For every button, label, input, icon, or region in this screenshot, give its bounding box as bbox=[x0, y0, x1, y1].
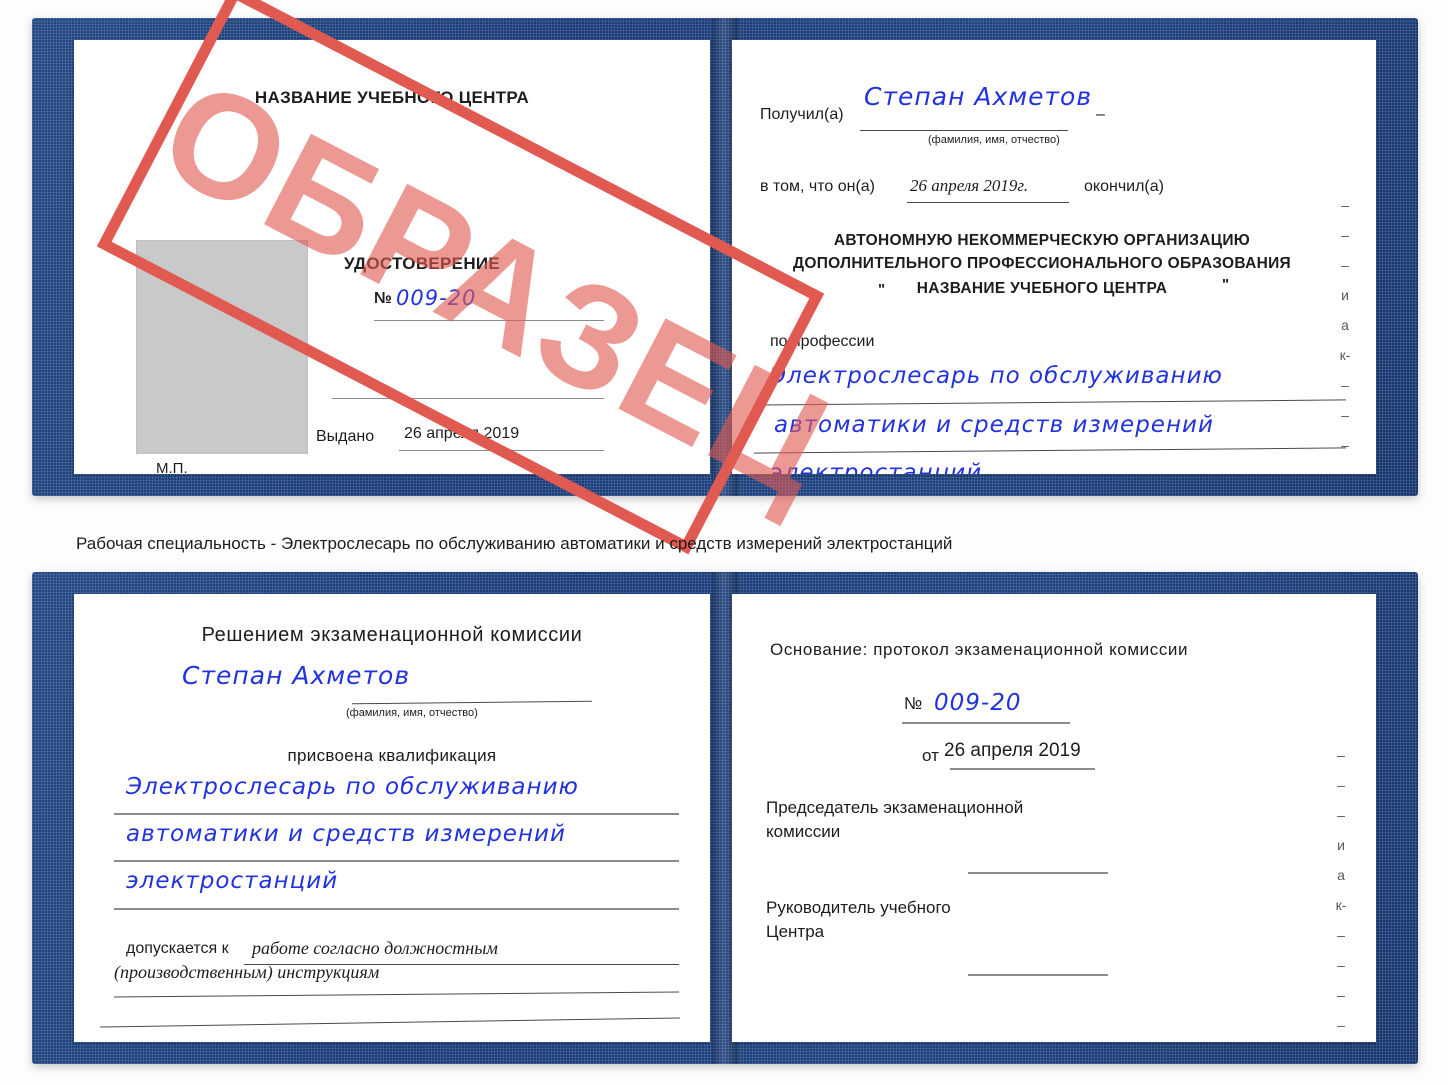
certificate-bottom-cover: Решением экзаменационной комиссии Степан… bbox=[32, 572, 1418, 1064]
bottom-left-allowed-rule2 bbox=[114, 991, 679, 998]
bottom-left-heading: Решением экзаменационной комиссии bbox=[201, 624, 583, 646]
certificate-top-right-page: Получил(а) Степан Ахметов (фамилия, имя,… bbox=[732, 40, 1376, 474]
top-left-issued-value: 26 апреля 2019 bbox=[404, 425, 520, 442]
bleed-mark: – bbox=[1337, 807, 1345, 823]
top-right-bleed-column: –––иак-––––– bbox=[1334, 190, 1356, 474]
top-left-title: УДОСТОВЕРЕНИЕ bbox=[343, 254, 501, 273]
bottom-left-name-value: Степан Ахметов bbox=[182, 661, 411, 690]
top-right-received-dash: – bbox=[1096, 106, 1105, 123]
top-right-profession-line2: автоматики и средств измерений bbox=[774, 412, 1214, 438]
bottom-right-date-value: 26 апреля 2019 bbox=[944, 740, 1081, 761]
bleed-mark: – bbox=[1337, 987, 1345, 1003]
bottom-left-qualification-label: присвоена квалификация bbox=[287, 746, 497, 765]
bottom-left-name-rule bbox=[352, 700, 592, 705]
caption-text: Рабочая специальность - Электрослесарь п… bbox=[76, 534, 953, 553]
bottom-left-qual-rule2 bbox=[114, 860, 679, 862]
top-right-profession-label: по профессии bbox=[770, 333, 875, 350]
top-right-profession-rule1 bbox=[754, 399, 1346, 406]
bottom-right-chairman-sign-rule bbox=[968, 872, 1108, 874]
bottom-left-allowed-label: допускается к bbox=[126, 940, 229, 957]
top-right-received-value: Степан Ахметов bbox=[864, 82, 1093, 111]
top-right-org-quote-close: " bbox=[1222, 276, 1230, 293]
bleed-mark: – bbox=[1341, 227, 1349, 243]
bleed-mark: – bbox=[1341, 257, 1349, 273]
bleed-mark: – bbox=[1337, 747, 1345, 763]
top-right-profession-rule2 bbox=[754, 447, 1346, 454]
bleed-mark: а bbox=[1337, 867, 1345, 883]
certificate-top-cover: НАЗВАНИЕ УЧЕБНОГО ЦЕНТРА УДОСТОВЕРЕНИЕ №… bbox=[32, 0, 1418, 555]
top-right-statement-label: в том, что он(а) bbox=[760, 178, 875, 195]
bleed-mark: – bbox=[1341, 437, 1349, 453]
bottom-right-number-value: 009-20 bbox=[934, 690, 1022, 716]
bottom-left-qual-rule3 bbox=[114, 908, 679, 910]
bleed-mark: – bbox=[1337, 777, 1345, 793]
bottom-left-allowed-value-line2: (производственным) инструкциям bbox=[114, 962, 380, 982]
bottom-left-allowed-value-line1: работе согласно должностным bbox=[252, 938, 498, 958]
top-left-issued-label: Выдано bbox=[316, 428, 375, 445]
bottom-left-qual-rule1 bbox=[114, 813, 679, 815]
bottom-left-name-hint: (фамилия, имя, отчество) bbox=[346, 707, 478, 719]
bottom-right-director-line2: Центра bbox=[766, 922, 825, 941]
bleed-mark: к- bbox=[1335, 897, 1347, 913]
bleed-mark: – bbox=[1330, 1040, 1352, 1042]
certificate-bottom-left-page: Решением экзаменационной комиссии Степан… bbox=[74, 594, 710, 1042]
certificate-top-left-page: НАЗВАНИЕ УЧЕБНОГО ЦЕНТРА УДОСТОВЕРЕНИЕ №… bbox=[74, 40, 710, 474]
top-left-number-rule bbox=[374, 320, 604, 321]
top-right-statement-rule bbox=[907, 202, 1069, 203]
top-right-received-rule bbox=[860, 130, 1068, 131]
bottom-left-allowed-rule3 bbox=[100, 1017, 680, 1028]
bottom-right-director-sign-rule bbox=[968, 974, 1108, 976]
bottom-right-date-rule bbox=[950, 768, 1095, 770]
certificate-bottom-right-page: Основание: протокол экзаменационной коми… bbox=[732, 594, 1376, 1042]
bleed-mark: – bbox=[1341, 197, 1349, 213]
top-right-received-hint: (фамилия, имя, отчество) bbox=[928, 134, 1060, 146]
top-right-statement-suffix: окончил(а) bbox=[1084, 178, 1164, 195]
bottom-left-qualification-line2: автоматики и средств измерений bbox=[126, 821, 566, 847]
top-right-org-line3: НАЗВАНИЕ УЧЕБНОГО ЦЕНТРА bbox=[916, 280, 1168, 297]
bleed-mark: – bbox=[1337, 927, 1345, 943]
bleed-mark: – bbox=[1337, 1017, 1345, 1033]
top-right-profession-line3: электростанций bbox=[770, 460, 983, 474]
top-left-seal-label: М.П. bbox=[156, 460, 188, 474]
top-right-org-line2: ДОПОЛНИТЕЛЬНОГО ПРОФЕССИОНАЛЬНОГО ОБРАЗО… bbox=[793, 255, 1291, 272]
bottom-right-number-label: № bbox=[904, 694, 923, 713]
top-right-profession-line1: Электрослесарь по обслуживанию bbox=[770, 363, 1223, 389]
top-left-number-value: 009-20 bbox=[396, 286, 477, 310]
bottom-right-chairman-line1: Председатель экзаменационной bbox=[766, 798, 1024, 817]
bottom-left-qualification-line3: электростанций bbox=[126, 868, 339, 894]
top-right-received-label: Получил(а) bbox=[760, 106, 844, 123]
bottom-right-director-line1: Руководитель учебного bbox=[766, 898, 951, 917]
bleed-mark: и bbox=[1341, 287, 1349, 303]
bleed-mark: – bbox=[1334, 460, 1356, 474]
bleed-mark: и bbox=[1337, 837, 1345, 853]
bottom-right-date-label: от bbox=[922, 746, 939, 765]
top-left-number-label: № bbox=[374, 290, 392, 307]
top-right-statement-date: 26 апреля 2019г. bbox=[910, 176, 1029, 195]
bleed-mark: – bbox=[1341, 377, 1349, 393]
top-left-heading: НАЗВАНИЕ УЧЕБНОГО ЦЕНТРА bbox=[254, 88, 530, 107]
bleed-mark: – bbox=[1341, 407, 1349, 423]
bottom-right-basis-label: Основание: протокол экзаменационной коми… bbox=[770, 640, 1189, 659]
top-left-blank-rule bbox=[332, 398, 604, 399]
bleed-mark: к- bbox=[1339, 347, 1351, 363]
bottom-right-number-rule bbox=[902, 722, 1070, 724]
bottom-right-bleed-column: – – – иа к- – – – – – bbox=[1330, 740, 1352, 1042]
bottom-left-qualification-line1: Электрослесарь по обслуживанию bbox=[126, 774, 579, 800]
bleed-mark: а bbox=[1341, 317, 1349, 333]
top-right-org-line1: АВТОНОМНУЮ НЕКОММЕРЧЕСКУЮ ОРГАНИЗАЦИЮ bbox=[833, 232, 1251, 249]
bottom-right-chairman-line2: комиссии bbox=[766, 822, 841, 841]
top-left-issued-rule bbox=[399, 450, 604, 451]
bleed-mark: – bbox=[1337, 957, 1345, 973]
